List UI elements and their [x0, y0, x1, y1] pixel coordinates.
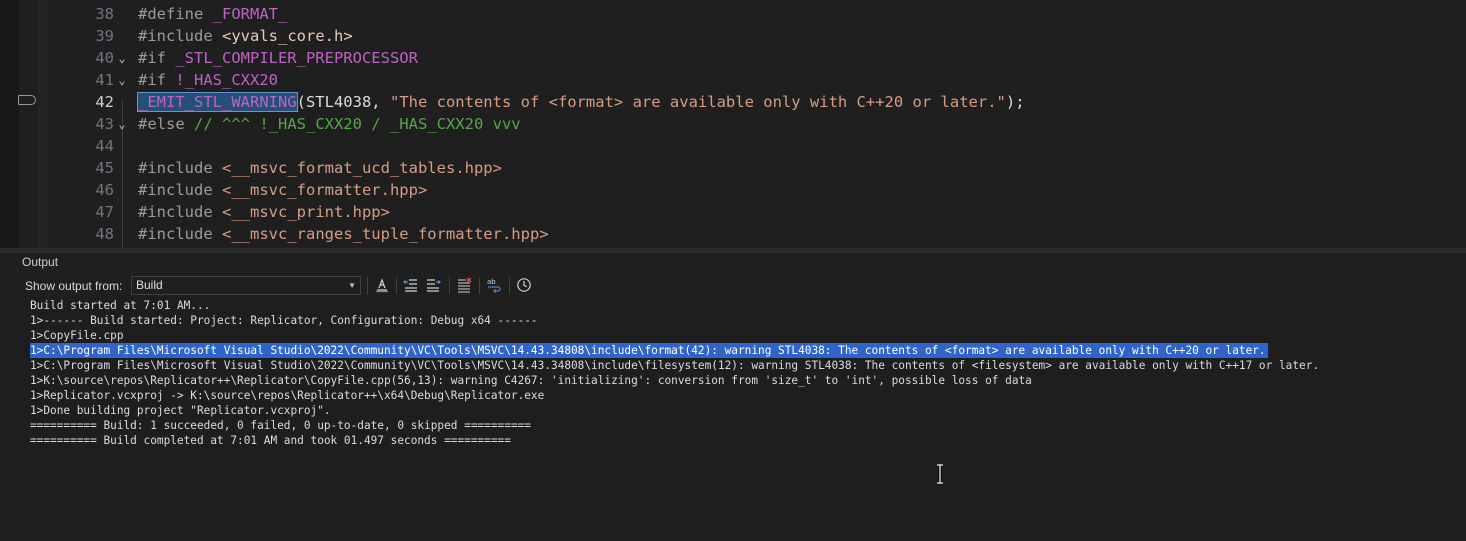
line-number: 38 — [95, 5, 114, 23]
ibeam-cursor-icon — [937, 464, 943, 484]
line-number: 46 — [95, 181, 114, 199]
code-line[interactable]: 40 ⌄ #if _STL_COMPILER_PREPROCESSOR — [0, 47, 1466, 69]
code-token: _EMIT_STL_WARNING — [137, 92, 298, 112]
code-text: #include <yvals_core.h> — [138, 25, 353, 47]
output-line[interactable]: 1>C:\Program Files\Microsoft Visual Stud… — [30, 343, 1268, 358]
code-text: #else // ^^^ !_HAS_CXX20 / _HAS_CXX20 vv… — [138, 113, 521, 135]
code-token: #include — [138, 203, 222, 221]
line-number: 42 — [95, 93, 114, 111]
fold-toggle-icon[interactable]: ⌄ — [115, 113, 129, 135]
code-token: _FORMAT_ — [212, 5, 288, 23]
code-line[interactable]: 41 ⌄ #if !_HAS_CXX20 — [0, 69, 1466, 91]
next-message-icon[interactable] — [425, 277, 441, 293]
code-token: ); — [1005, 93, 1025, 111]
code-editor[interactable]: 38 #define _FORMAT_ 39 #include <yvals_core… — [0, 0, 1466, 248]
output-source-value: Build — [136, 278, 163, 292]
output-line[interactable]: 1>K:\source\repos\Replicator++\Replicato… — [30, 373, 1032, 388]
line-number: 47 — [95, 203, 114, 221]
toolbar-separator — [367, 277, 368, 294]
code-token: <__msvc_ranges_tuple_formatter.hpp> — [222, 225, 549, 243]
panel-splitter[interactable] — [0, 248, 1466, 253]
code-text: #if !_HAS_CXX20 — [138, 69, 278, 91]
fold-toggle-icon[interactable]: ⌄ — [115, 47, 129, 69]
output-toolbar: Show output from: Build ▼ ab — [0, 273, 1466, 297]
output-text-area[interactable]: Build started at 7:01 AM... 1>------ Buil… — [18, 297, 1466, 541]
code-token: <__msvc_formatter.hpp> — [222, 181, 428, 199]
code-line[interactable]: 45 #include <__msvc_format_ucd_tables.hpp… — [0, 157, 1466, 179]
code-token: #include — [138, 159, 222, 177]
code-token: (STL4038, — [296, 93, 390, 111]
code-token: _STL_COMPILER_PREPROCESSOR — [175, 49, 418, 67]
svg-text:ab: ab — [487, 278, 496, 286]
output-line[interactable]: 1>C:\Program Files\Microsoft Visual Stud… — [30, 358, 1319, 373]
code-token: #if — [138, 49, 176, 67]
code-line[interactable]: 44 — [0, 135, 1466, 157]
code-token: !_HAS_CXX20 — [175, 71, 278, 89]
code-token: #include — [138, 181, 222, 199]
code-text: #include <__msvc_formatter.hpp> — [138, 179, 427, 201]
code-line[interactable]: 39 #include <yvals_core.h> — [0, 25, 1466, 47]
code-token: // ^^^ !_HAS_CXX20 / _HAS_CXX20 vvv — [194, 115, 521, 133]
code-line[interactable]: 43 ⌄ #else // ^^^ !_HAS_CXX20 / _HAS_CXX20… — [0, 113, 1466, 135]
code-token: #include — [138, 27, 222, 45]
code-token: #if — [138, 71, 176, 89]
line-number: 45 — [95, 159, 114, 177]
output-line[interactable]: ========== Build: 1 succeeded, 0 failed,… — [30, 418, 531, 433]
code-text: _EMIT_STL_WARNING(STL4038, "The contents… — [137, 91, 1025, 113]
code-token: "The contents of <format> are available … — [389, 93, 1006, 111]
code-line[interactable]: 46 #include <__msvc_formatter.hpp> — [0, 179, 1466, 201]
fold-toggle-icon[interactable]: ⌄ — [115, 69, 129, 91]
code-line[interactable]: 38 #define _FORMAT_ — [0, 3, 1466, 25]
word-wrap-icon[interactable]: ab — [486, 277, 502, 293]
toolbar-separator — [449, 277, 450, 294]
output-line[interactable]: 1>CopyFile.cpp — [30, 328, 124, 343]
chevron-down-icon: ▼ — [348, 281, 356, 290]
line-number: 41 — [95, 71, 114, 89]
code-token: #else — [138, 115, 194, 133]
code-text: #define _FORMAT_ — [138, 3, 287, 25]
line-number: 44 — [95, 137, 114, 155]
toolbar-separator — [479, 277, 480, 294]
code-token: <yvals_core.h> — [222, 27, 353, 45]
clock-icon[interactable] — [516, 277, 532, 293]
code-text: #if _STL_COMPILER_PREPROCESSOR — [138, 47, 418, 69]
code-token: #define — [138, 5, 213, 23]
output-source-select[interactable]: Build ▼ — [131, 276, 361, 295]
code-token: <__msvc_print.hpp> — [222, 203, 390, 221]
line-number: 43 — [95, 115, 114, 133]
code-line[interactable]: 47 #include <__msvc_print.hpp> — [0, 201, 1466, 223]
output-line[interactable]: 1>------ Build started: Project: Replica… — [30, 313, 538, 328]
output-line[interactable]: ========== Build completed at 7:01 AM an… — [30, 433, 511, 448]
code-text: #include <__msvc_format_ucd_tables.hpp> — [138, 157, 502, 179]
code-token: #include — [138, 225, 222, 243]
previous-message-icon[interactable] — [403, 277, 419, 293]
code-line[interactable]: 48 #include <__msvc_ranges_tuple_formatte… — [0, 223, 1466, 245]
line-number: 39 — [95, 27, 114, 45]
output-panel-title: Output — [22, 255, 59, 269]
show-output-from-label: Show output from: — [25, 279, 123, 293]
output-line[interactable]: 1>Done building project "Replicator.vcxp… — [30, 403, 331, 418]
line-number: 48 — [95, 225, 114, 243]
code-line[interactable]: 42 _EMIT_STL_WARNING(STL4038, "The conten… — [0, 91, 1466, 113]
output-line[interactable]: Build started at 7:01 AM... — [30, 298, 210, 313]
go-to-source-icon[interactable] — [374, 277, 390, 293]
code-text: #include <__msvc_print.hpp> — [138, 201, 390, 223]
code-text: #include <__msvc_ranges_tuple_formatter.… — [138, 223, 549, 245]
line-number: 40 — [95, 49, 114, 67]
toolbar-separator — [396, 277, 397, 294]
clear-all-icon[interactable] — [456, 277, 472, 293]
output-line[interactable]: 1>Replicator.vcxproj -> K:\source\repos\… — [30, 388, 544, 403]
toolbar-separator — [509, 277, 510, 294]
code-token: <__msvc_format_ucd_tables.hpp> — [222, 159, 502, 177]
